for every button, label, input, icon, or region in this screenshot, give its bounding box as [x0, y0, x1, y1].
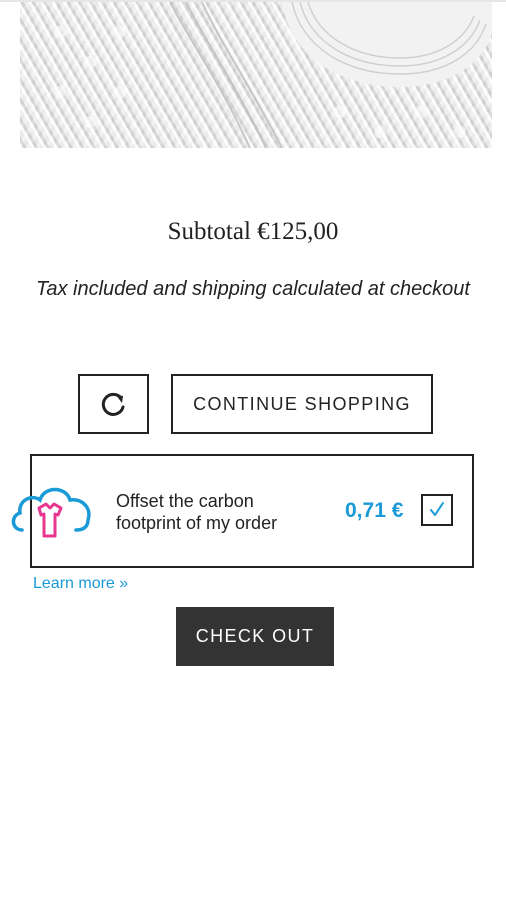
carbon-offset-price: 0,71 €	[345, 499, 404, 522]
cloud-tshirt-icon	[11, 487, 91, 538]
checkmark-icon	[430, 502, 444, 516]
product-image	[20, 2, 492, 148]
learn-more-link[interactable]: Learn more »	[33, 575, 128, 593]
carbon-offset-text: Offset the carbon footprint of my order	[116, 491, 278, 533]
continue-shopping-button[interactable]: CONTINUE SHOPPING	[171, 374, 433, 434]
checkout-button[interactable]: CHECK OUT	[176, 607, 334, 666]
tax-note: Tax included and shipping calculated at …	[35, 278, 470, 300]
carbon-offset-checkbox[interactable]	[421, 494, 453, 526]
refresh-button[interactable]	[78, 374, 149, 434]
continue-shopping-label: CONTINUE SHOPPING	[193, 393, 411, 414]
sweater-texture	[54, 2, 492, 148]
checkout-label: CHECK OUT	[195, 626, 315, 646]
refresh-icon	[101, 392, 124, 416]
subtotal: Subtotal €125,00	[167, 218, 339, 245]
